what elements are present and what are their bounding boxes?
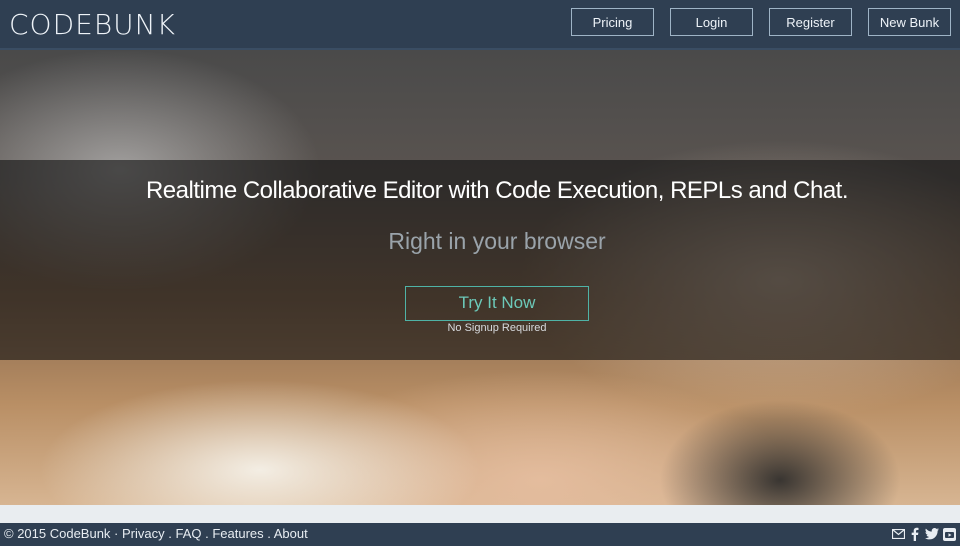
footer-link-features[interactable]: Features — [212, 526, 263, 541]
footer-link-about[interactable]: About — [274, 526, 308, 541]
pricing-button[interactable]: Pricing — [571, 8, 654, 36]
top-nav-bar: CODEBUNK Pricing Login Register New Bunk — [0, 0, 960, 50]
footer-links: © 2015 CodeBunk · Privacy . FAQ . Featur… — [4, 526, 308, 541]
footer-link-faq[interactable]: FAQ — [175, 526, 201, 541]
no-signup-note: No Signup Required — [447, 322, 547, 334]
try-it-now-button[interactable]: Try It Now — [405, 286, 589, 321]
brand-logo[interactable]: CODEBUNK — [9, 8, 176, 41]
register-button[interactable]: Register — [769, 8, 852, 36]
footer-link-privacy[interactable]: Privacy — [122, 526, 165, 541]
footer-separator: . — [201, 526, 213, 541]
footer-bar: © 2015 CodeBunk · Privacy . FAQ . Featur… — [0, 523, 960, 546]
copyright-text: © 2015 CodeBunk — [4, 526, 111, 541]
hero-headline: Realtime Collaborative Editor with Code … — [145, 177, 849, 204]
footer-separator: . — [263, 526, 274, 541]
email-icon[interactable] — [891, 527, 905, 541]
login-button[interactable]: Login — [670, 8, 753, 36]
hero-subline: Right in your browser — [388, 228, 606, 254]
social-icons — [891, 527, 956, 541]
footer-separator: · — [110, 526, 122, 541]
twitter-icon[interactable] — [925, 527, 939, 541]
youtube-icon[interactable] — [942, 527, 956, 541]
hero-section: Realtime Collaborative Editor with Code … — [0, 50, 960, 505]
footer-separator: . — [164, 526, 176, 541]
new-bunk-button[interactable]: New Bunk — [868, 8, 951, 36]
facebook-icon[interactable] — [908, 527, 922, 541]
